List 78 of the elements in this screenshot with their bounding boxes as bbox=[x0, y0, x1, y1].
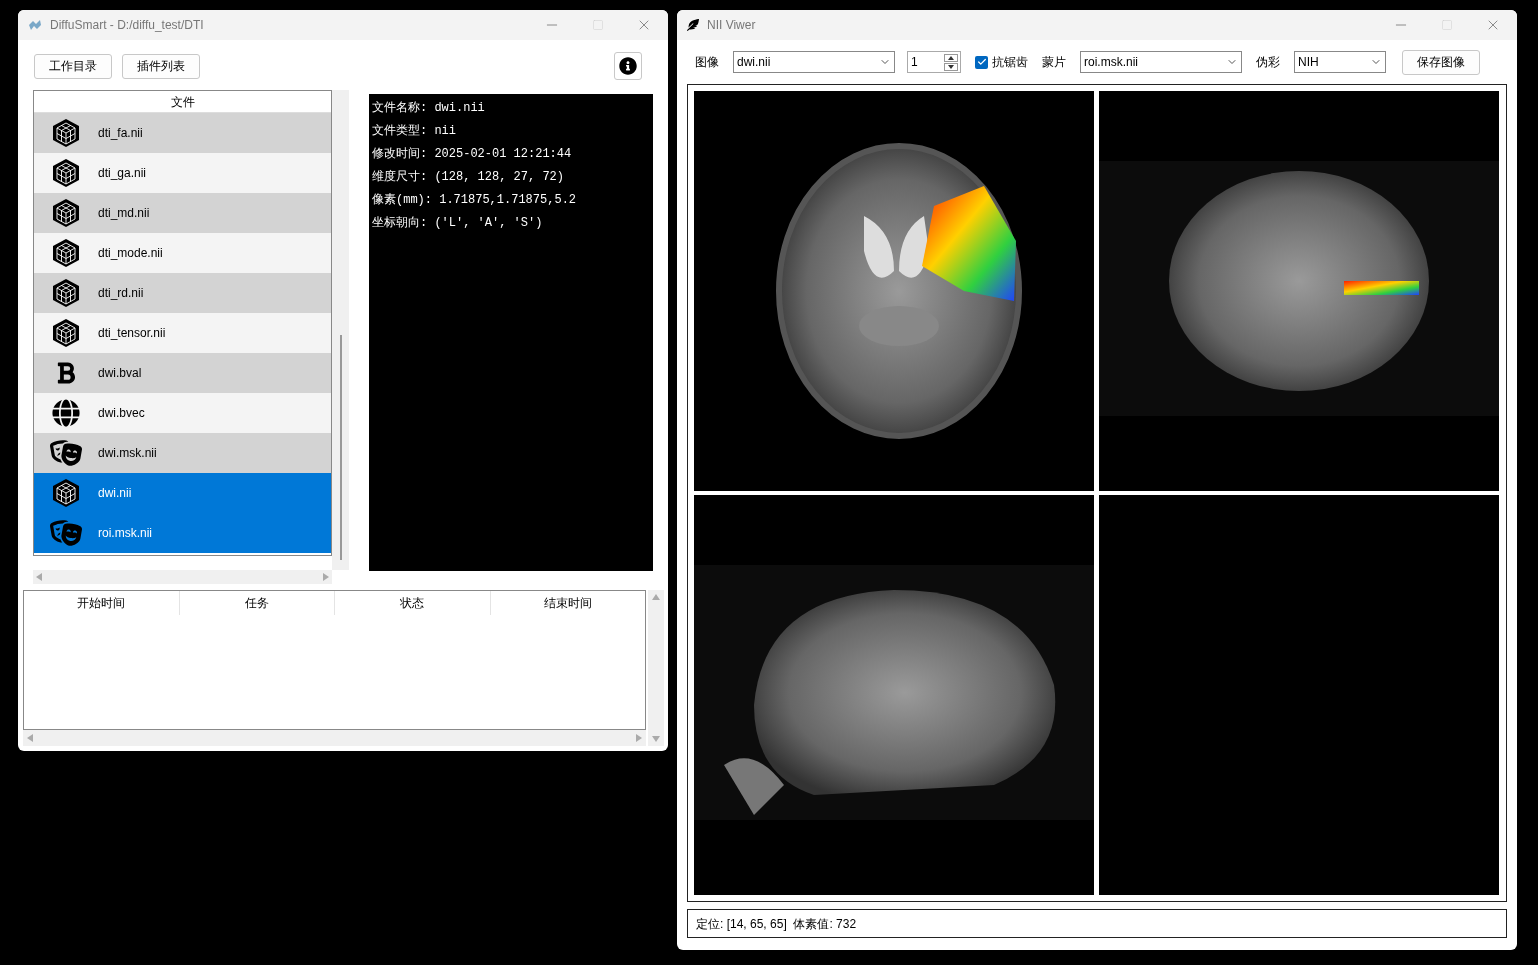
info-line: 坐标朝向: ('L', 'A', 'S') bbox=[372, 215, 544, 232]
scroll-up-icon[interactable] bbox=[652, 594, 660, 600]
column-header[interactable]: 状态 bbox=[335, 591, 491, 615]
cube-icon bbox=[52, 278, 80, 308]
cube-icon bbox=[52, 118, 80, 148]
theater-masks-icon bbox=[50, 517, 82, 549]
mask-dropdown[interactable]: roi.msk.nii bbox=[1080, 51, 1242, 73]
window-title: NII Viwer bbox=[707, 17, 756, 34]
view-panel[interactable] bbox=[1099, 91, 1499, 491]
file-row[interactable]: dwi.msk.nii bbox=[34, 433, 331, 473]
file-name: dti_tensor.nii bbox=[98, 325, 166, 342]
feather-icon bbox=[687, 19, 699, 31]
toolbar-button[interactable]: 工作目录 bbox=[34, 53, 112, 79]
file-row[interactable]: dti_rd.nii bbox=[34, 273, 331, 313]
info-button[interactable] bbox=[614, 52, 642, 80]
image-label: 图像 bbox=[695, 54, 719, 71]
view-panel[interactable] bbox=[694, 91, 1094, 491]
file-row[interactable]: dwi.nii bbox=[34, 473, 331, 513]
info-line: 文件类型: nii bbox=[372, 123, 457, 140]
file-row[interactable]: dwi.bvec bbox=[34, 393, 331, 433]
colormap-label: 伪彩 bbox=[1256, 54, 1280, 71]
maximize-icon[interactable] bbox=[592, 19, 604, 31]
app-logo-icon bbox=[28, 19, 42, 31]
image-dropdown[interactable]: dwi.nii bbox=[733, 51, 895, 73]
file-row[interactable]: roi.msk.nii bbox=[34, 513, 331, 553]
file-row[interactable]: dti_tensor.nii bbox=[34, 313, 331, 353]
checkbox-label: 抗锯齿 bbox=[992, 54, 1028, 71]
info-line: 维度尺寸: (128, 128, 27, 72) bbox=[372, 169, 566, 186]
file-name: dwi.bvec bbox=[98, 405, 145, 422]
file-name: dti_rd.nii bbox=[98, 285, 144, 302]
scroll-right-icon[interactable] bbox=[636, 734, 642, 742]
globe-icon bbox=[52, 399, 80, 427]
save-image-button[interactable]: 保存图像 bbox=[1402, 49, 1480, 75]
column-header[interactable]: 开始时间 bbox=[24, 591, 180, 615]
info-line: 像素(mm): 1.71875,1.71875,5.2 bbox=[372, 192, 578, 209]
file-row[interactable]: dti_md.nii bbox=[34, 193, 331, 233]
file-name: dwi.nii bbox=[98, 485, 132, 502]
info-line: 文件名称: dwi.nii bbox=[372, 100, 486, 117]
file-name: dwi.msk.nii bbox=[98, 445, 157, 462]
file-row[interactable]: dti_ga.nii bbox=[34, 153, 331, 193]
scroll-left-icon[interactable] bbox=[36, 573, 42, 581]
scroll-down-icon[interactable] bbox=[652, 736, 660, 742]
antialias-checkbox[interactable] bbox=[975, 55, 988, 69]
cube-icon bbox=[52, 478, 80, 508]
cube-icon bbox=[52, 318, 80, 348]
info-icon bbox=[619, 57, 637, 75]
theater-masks-icon bbox=[50, 437, 82, 469]
slice-spinbox[interactable]: 1 bbox=[907, 51, 961, 73]
mask-label: 蒙片 bbox=[1042, 54, 1066, 71]
view-panel[interactable] bbox=[694, 495, 1094, 895]
scroll-right-icon[interactable] bbox=[323, 573, 329, 581]
maximize-icon[interactable] bbox=[1441, 19, 1453, 31]
file-name: roi.msk.nii bbox=[98, 525, 152, 542]
horizontal-scrollbar[interactable] bbox=[33, 570, 332, 584]
file-row[interactable]: dti_mode.nii bbox=[34, 233, 331, 273]
file-name: dti_fa.nii bbox=[98, 125, 143, 142]
file-row[interactable]: dti_fa.nii bbox=[34, 113, 331, 153]
status-text: 定位: [14, 65, 65] 体素值: 732 bbox=[696, 915, 857, 933]
column-header[interactable]: 任务 bbox=[179, 591, 335, 615]
file-row[interactable]: dwi.bval bbox=[34, 353, 331, 393]
colormap-dropdown[interactable]: NIH bbox=[1294, 51, 1386, 73]
file-name: dti_ga.nii bbox=[98, 165, 147, 182]
spin-down-icon[interactable] bbox=[944, 62, 958, 71]
scroll-left-icon[interactable] bbox=[27, 734, 33, 742]
info-line: 修改时间: 2025-02-01 12:21:44 bbox=[372, 146, 573, 163]
cube-icon bbox=[52, 198, 80, 228]
file-name: dwi.bval bbox=[98, 365, 142, 382]
horizontal-scrollbar[interactable] bbox=[23, 730, 646, 746]
file-name: dti_mode.nii bbox=[98, 245, 163, 262]
vertical-scrollbar[interactable] bbox=[332, 90, 349, 570]
file-name: dti_md.nii bbox=[98, 205, 150, 222]
spin-up-icon[interactable] bbox=[944, 53, 958, 62]
cube-icon bbox=[52, 158, 80, 188]
window-title: DiffuSmart - D:/diffu_test/DTI bbox=[50, 17, 204, 34]
column-header[interactable]: 结束时间 bbox=[490, 591, 645, 615]
toolbar-button[interactable]: 插件列表 bbox=[122, 53, 200, 79]
cube-icon bbox=[52, 238, 80, 268]
vertical-scrollbar[interactable] bbox=[648, 590, 664, 746]
